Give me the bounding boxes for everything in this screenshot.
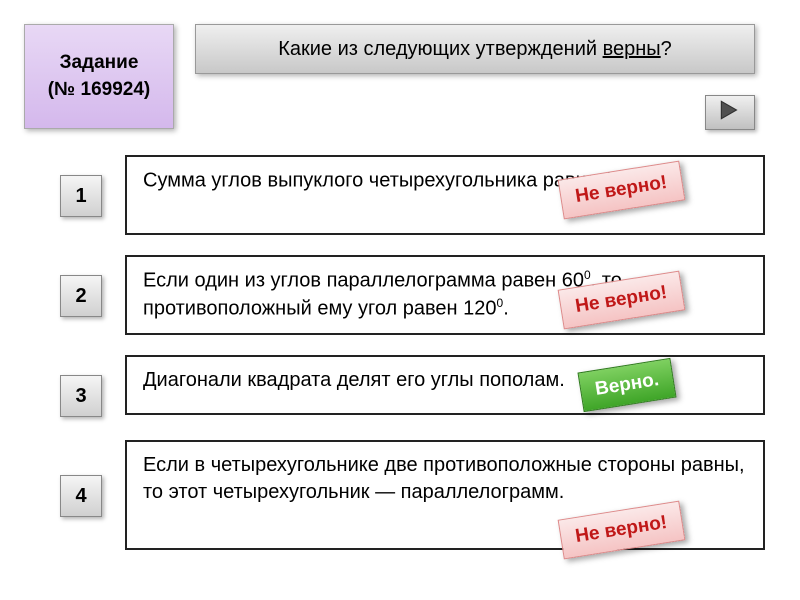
option-button-1[interactable]: 1: [60, 175, 102, 217]
option-button-4[interactable]: 4: [60, 475, 102, 517]
task-label: Задание: [60, 50, 139, 77]
option-button-2[interactable]: 2: [60, 275, 102, 317]
question-suffix: ?: [661, 38, 672, 60]
option-button-3[interactable]: 3: [60, 375, 102, 417]
question-prefix: Какие из следующих утверждений: [278, 38, 602, 60]
question-bar: Какие из следующих утверждений верны?: [195, 24, 755, 74]
task-box: Задание (№ 169924): [24, 24, 174, 129]
question-underlined: верны: [603, 38, 661, 60]
task-number: (№ 169924): [48, 77, 151, 104]
next-button[interactable]: [705, 95, 755, 130]
arrow-right-icon: [717, 97, 743, 128]
